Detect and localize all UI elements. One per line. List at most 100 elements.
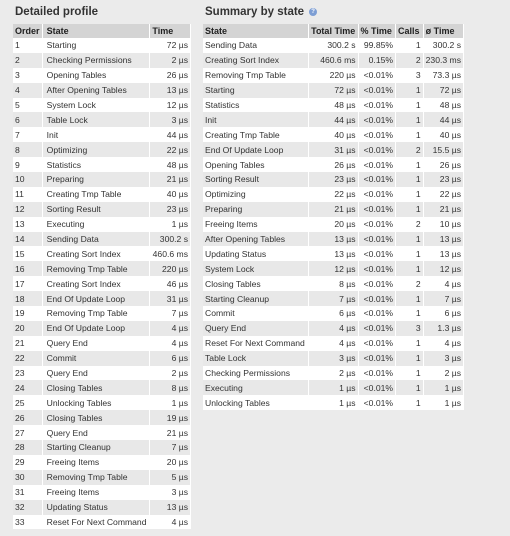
percent-time-cell: <0.01% bbox=[358, 142, 397, 158]
detailed-profile-table: Order State Time 1 Starting 72 µs 2 Checking… bbox=[13, 24, 191, 530]
average-time-cell: 26 µs bbox=[423, 157, 465, 173]
table-row: Creating Sort Index 460.6 ms 0.15% 2 230.3 m… bbox=[203, 52, 465, 68]
average-time-cell: 12 µs bbox=[423, 261, 465, 277]
time-cell: 3 µs bbox=[149, 112, 191, 128]
state-cell: Creating Tmp Table bbox=[203, 127, 310, 143]
time-cell: 20 µs bbox=[149, 454, 191, 470]
table-row: Query End 4 µs <0.01% 3 1.3 µs bbox=[203, 320, 465, 336]
total-time-cell: 23 µs bbox=[308, 172, 359, 187]
table-row: 3 Opening Tables 26 µs bbox=[13, 67, 191, 83]
average-time-cell: 1 µs bbox=[423, 395, 465, 411]
order-cell: 31 bbox=[13, 484, 43, 500]
table-row: System Lock 12 µs <0.01% 1 12 µs bbox=[203, 261, 465, 277]
percent-time-cell: <0.01% bbox=[358, 365, 397, 381]
calls-cell: 1 bbox=[395, 306, 424, 321]
total-time-cell: 8 µs bbox=[308, 276, 359, 292]
state-cell: Reset For Next Command bbox=[42, 514, 151, 530]
order-cell: 32 bbox=[13, 499, 43, 515]
table-row: Statistics 48 µs <0.01% 1 48 µs bbox=[203, 97, 465, 113]
time-cell: 220 µs bbox=[149, 261, 191, 277]
time-cell: 44 µs bbox=[149, 127, 191, 143]
help-icon[interactable]: ? bbox=[309, 8, 318, 16]
calls-cell: 1 bbox=[395, 335, 424, 351]
total-time-header[interactable]: Total Time bbox=[308, 24, 359, 38]
average-time-cell: 44 µs bbox=[423, 112, 465, 128]
calls-header[interactable]: Calls bbox=[395, 24, 424, 38]
table-row: 5 System Lock 12 µs bbox=[13, 97, 191, 113]
time-cell: 48 µs bbox=[149, 157, 191, 173]
table-row: 30 Removing Tmp Table 5 µs bbox=[13, 469, 191, 485]
table-row: 14 Sending Data 300.2 s bbox=[13, 231, 191, 247]
average-time-cell: 4 µs bbox=[423, 276, 465, 292]
detailed-profile-header-row: Order State Time bbox=[13, 24, 191, 38]
percent-time-header[interactable]: % Time bbox=[358, 24, 397, 38]
time-column-header[interactable]: Time bbox=[149, 24, 191, 38]
state-cell: Preparing bbox=[42, 172, 151, 187]
average-time-cell: 10 µs bbox=[423, 216, 465, 232]
summary-panel: Summary by state ? State Total Time % Ti… bbox=[203, 0, 465, 411]
table-row: 13 Executing 1 µs bbox=[13, 216, 191, 232]
average-time-cell: 40 µs bbox=[423, 127, 465, 143]
table-row: 29 Freeing Items 20 µs bbox=[13, 454, 191, 470]
table-row: Starting 72 µs <0.01% 1 72 µs bbox=[203, 82, 465, 98]
state-cell: Init bbox=[42, 127, 151, 143]
table-row: 23 Query End 2 µs bbox=[13, 365, 191, 381]
state-cell: Query End bbox=[42, 335, 151, 351]
total-time-cell: 6 µs bbox=[308, 306, 359, 321]
order-cell: 27 bbox=[13, 425, 43, 441]
average-time-cell: 22 µs bbox=[423, 186, 465, 202]
summary-state-header[interactable]: State bbox=[203, 24, 310, 38]
table-row: Preparing 21 µs <0.01% 1 21 µs bbox=[203, 201, 465, 217]
order-cell: 25 bbox=[13, 395, 43, 411]
table-row: Removing Tmp Table 220 µs <0.01% 3 73.3 µs bbox=[203, 67, 465, 83]
percent-time-cell: <0.01% bbox=[358, 246, 397, 262]
state-cell: Query End bbox=[42, 365, 151, 381]
state-cell: Creating Sort Index bbox=[42, 246, 151, 262]
state-cell: Sending Data bbox=[203, 38, 310, 53]
summary-title: Summary by state ? bbox=[205, 4, 464, 20]
calls-cell: 1 bbox=[395, 82, 424, 98]
profiling-results: Detailed profile Order State Time 1 Start… bbox=[0, 0, 510, 536]
detailed-profile-panel: Detailed profile Order State Time 1 Start… bbox=[13, 0, 191, 530]
table-row: After Opening Tables 13 µs <0.01% 1 13 µs bbox=[203, 231, 465, 247]
state-cell: Opening Tables bbox=[42, 67, 151, 83]
average-time-cell: 7 µs bbox=[423, 291, 465, 307]
time-cell: 1 µs bbox=[149, 395, 191, 411]
detailed-profile-rows: 1 Starting 72 µs 2 Checking Permissions 2 µs 3… bbox=[13, 38, 191, 530]
total-time-cell: 12 µs bbox=[308, 261, 359, 277]
state-cell: Freeing Items bbox=[203, 216, 310, 232]
detailed-profile-title-text: Detailed profile bbox=[15, 6, 99, 18]
order-cell: 29 bbox=[13, 454, 43, 470]
total-time-cell: 44 µs bbox=[308, 112, 359, 128]
state-cell: Removing Tmp Table bbox=[42, 261, 151, 277]
time-cell: 23 µs bbox=[149, 201, 191, 217]
order-cell: 10 bbox=[13, 172, 43, 187]
state-cell: Init bbox=[203, 112, 310, 128]
percent-time-cell: 99.85% bbox=[358, 38, 397, 53]
state-cell: Statistics bbox=[203, 97, 310, 113]
total-time-cell: 13 µs bbox=[308, 246, 359, 262]
percent-time-cell: <0.01% bbox=[358, 127, 397, 143]
table-row: 6 Table Lock 3 µs bbox=[13, 112, 191, 128]
total-time-cell: 31 µs bbox=[308, 142, 359, 158]
average-time-header[interactable]: ø Time bbox=[423, 24, 465, 38]
time-cell: 46 µs bbox=[149, 276, 191, 292]
table-row: 25 Unlocking Tables 1 µs bbox=[13, 395, 191, 411]
state-cell: Unlocking Tables bbox=[203, 395, 310, 411]
table-row: Unlocking Tables 1 µs <0.01% 1 1 µs bbox=[203, 395, 465, 411]
calls-cell: 1 bbox=[395, 231, 424, 247]
state-cell: Opening Tables bbox=[203, 157, 310, 173]
state-column-header[interactable]: State bbox=[42, 24, 151, 38]
state-cell: Commit bbox=[203, 306, 310, 321]
calls-cell: 1 bbox=[395, 127, 424, 143]
calls-cell: 3 bbox=[395, 67, 424, 83]
state-cell: Freeing Items bbox=[42, 454, 151, 470]
state-cell: Sending Data bbox=[42, 231, 151, 247]
percent-time-cell: <0.01% bbox=[358, 67, 397, 83]
table-row: 8 Optimizing 22 µs bbox=[13, 142, 191, 158]
total-time-cell: 460.6 ms bbox=[308, 52, 359, 68]
calls-cell: 1 bbox=[395, 261, 424, 277]
order-column-header[interactable]: Order bbox=[13, 24, 43, 38]
time-cell: 8 µs bbox=[149, 380, 191, 396]
calls-cell: 1 bbox=[395, 186, 424, 202]
